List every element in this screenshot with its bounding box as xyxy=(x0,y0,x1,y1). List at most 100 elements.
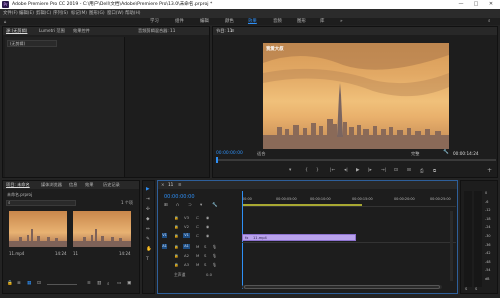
mic-icon[interactable]: 🎙 xyxy=(212,244,217,249)
selection-tool-icon[interactable]: ▶ xyxy=(146,187,150,192)
timeline-clip[interactable]: fx 11.mp4 xyxy=(242,234,356,241)
workspace-tab-audio[interactable]: 音频 xyxy=(273,18,282,25)
workspace-tab-libraries[interactable]: 库 xyxy=(320,18,324,25)
tab-source[interactable]: 源:(无剪辑) xyxy=(6,27,27,35)
icon-view-icon[interactable]: ▦ xyxy=(27,281,31,286)
search-icon[interactable]: ⌕ xyxy=(488,18,490,25)
menu-help[interactable]: 帮助(H) xyxy=(125,9,141,18)
zoom-slider[interactable] xyxy=(47,284,77,285)
pen-tool-icon[interactable]: ✎ xyxy=(146,237,150,242)
home-icon[interactable]: ⌂ xyxy=(4,18,8,24)
menu-file[interactable]: 文件(F) xyxy=(3,9,18,18)
linked-selection-icon[interactable]: ⊃ xyxy=(188,203,192,208)
tab-program[interactable]: 节目: 11 xyxy=(216,27,232,35)
menu-clip[interactable]: 剪辑(C) xyxy=(36,9,51,18)
nest-icon[interactable]: ⊞ xyxy=(164,203,168,208)
lock-icon[interactable]: 🔒 xyxy=(7,281,13,286)
new-item-icon[interactable]: ▣ xyxy=(127,281,131,286)
minimize-button[interactable]: — xyxy=(454,0,468,9)
workspace-tab-effects[interactable]: 效果 xyxy=(248,18,257,25)
menu-marker[interactable]: 标记(M) xyxy=(71,9,87,18)
tab-info[interactable]: 信息 xyxy=(69,181,77,189)
wrench-icon[interactable]: 🔧 xyxy=(443,150,449,155)
sync-lock-icon[interactable]: ⊏ xyxy=(196,224,199,229)
solo-icon[interactable]: S xyxy=(204,262,206,267)
lock-icon[interactable]: 🔒 xyxy=(174,233,179,238)
hand-tool-icon[interactable]: ✋ xyxy=(146,247,152,252)
project-search-input[interactable]: ⌕ xyxy=(6,200,76,206)
go-to-in-icon[interactable]: |← xyxy=(330,168,335,173)
comparison-view-icon[interactable]: ⧉ xyxy=(433,168,436,174)
tab-effect-controls[interactable]: 效果控件 xyxy=(73,27,90,35)
menu-edit[interactable]: 编辑(E) xyxy=(19,9,34,18)
mute-icon[interactable]: M xyxy=(196,253,199,258)
program-timecode[interactable]: 00:00:00:00 xyxy=(216,151,243,156)
lock-icon[interactable]: 🔒 xyxy=(174,262,179,267)
track-select-tool-icon[interactable]: ⇥ xyxy=(146,197,150,202)
program-playhead[interactable] xyxy=(216,157,218,163)
lock-icon[interactable]: 🔒 xyxy=(174,253,179,258)
automate-icon[interactable]: ▥ xyxy=(97,281,101,286)
menu-graphics[interactable]: 图形(G) xyxy=(89,9,105,18)
solo-left-button[interactable]: S xyxy=(465,287,467,291)
ripple-edit-tool-icon[interactable]: ✣ xyxy=(146,207,150,212)
list-view-icon[interactable]: ≣ xyxy=(17,281,21,286)
sync-lock-icon[interactable]: ⊏ xyxy=(196,233,199,238)
sequence-thumbnail[interactable] xyxy=(73,211,131,247)
mark-out2-icon[interactable]: } xyxy=(316,168,319,173)
program-scrubber[interactable] xyxy=(216,159,496,161)
maximize-button[interactable]: □ xyxy=(469,0,483,9)
workspace-overflow-icon[interactable]: » xyxy=(340,18,343,25)
timeline-menu-icon[interactable]: ≡ xyxy=(178,181,182,189)
mark-out-icon[interactable]: { xyxy=(305,168,308,173)
source-patch-a1[interactable]: A1 xyxy=(162,244,167,249)
tab-audio-clip-mixer[interactable]: 音频剪辑混合器: 11 xyxy=(138,27,175,35)
extract-icon[interactable]: ⊟ xyxy=(407,168,411,173)
workspace-tab-assembly[interactable]: 组件 xyxy=(175,18,184,25)
lock-icon[interactable]: 🔒 xyxy=(174,244,179,249)
tab-history[interactable]: 历史记录 xyxy=(103,181,120,189)
step-forward-icon[interactable]: |▸ xyxy=(368,168,372,173)
work-area-bar[interactable] xyxy=(242,204,362,206)
workspace-tab-color[interactable]: 颜色 xyxy=(225,18,234,25)
eye-icon[interactable]: ◉ xyxy=(206,233,209,238)
type-tool-icon[interactable]: T xyxy=(146,257,149,262)
workspace-tab-editing[interactable]: 编辑 xyxy=(200,18,209,25)
resolution-dropdown[interactable]: 完整 xyxy=(411,151,419,157)
workspace-tab-learn[interactable]: 学习 xyxy=(150,18,159,25)
solo-icon[interactable]: S xyxy=(204,244,206,249)
track-target-v1[interactable]: V1 xyxy=(183,233,190,238)
timeline-vertical-scrollbar[interactable] xyxy=(450,211,453,281)
add-button-icon[interactable]: + xyxy=(487,167,492,174)
solo-icon[interactable]: S xyxy=(204,253,206,258)
eye-icon[interactable]: ◉ xyxy=(206,215,209,220)
fit-dropdown[interactable]: 适合 xyxy=(257,151,265,157)
scrollbar-thumb[interactable] xyxy=(244,285,440,289)
tab-sequence[interactable]: 11 xyxy=(168,181,173,189)
tab-effects[interactable]: 效果 xyxy=(85,181,93,189)
master-volume[interactable]: 0.0 xyxy=(206,272,212,277)
workspace-tab-graphics[interactable]: 图形 xyxy=(297,18,306,25)
timeline-horizontal-scrollbar[interactable] xyxy=(242,285,442,289)
tab-media-browser[interactable]: 媒体浏览器 xyxy=(41,181,62,189)
track-target-a1[interactable]: A1 xyxy=(183,244,190,249)
lift-icon[interactable]: ⊡ xyxy=(394,168,398,173)
eye-icon[interactable]: ◉ xyxy=(206,224,209,229)
timeline-close-icon[interactable]: × xyxy=(161,181,165,189)
razor-tool-icon[interactable]: ◆ xyxy=(146,217,150,222)
mark-in-icon[interactable]: ▾ xyxy=(289,168,291,173)
lock-icon[interactable]: 🔒 xyxy=(174,224,179,229)
menu-window[interactable]: 窗口(W) xyxy=(107,9,124,18)
freeform-view-icon[interactable]: ⊡ xyxy=(37,281,41,286)
play-icon[interactable]: ▶ xyxy=(356,168,360,173)
tab-lumetri-scopes[interactable]: Lumetri 范围 xyxy=(39,27,65,35)
mic-icon[interactable]: 🎙 xyxy=(212,253,217,258)
go-to-out-icon[interactable]: →| xyxy=(381,168,386,173)
program-menu-icon[interactable]: ≡ xyxy=(231,27,235,35)
slip-tool-icon[interactable]: ⇔ xyxy=(146,227,150,232)
close-button[interactable]: ✕ xyxy=(484,0,498,9)
snap-icon[interactable]: ∩ xyxy=(176,203,179,208)
mic-icon[interactable]: 🎙 xyxy=(212,262,217,267)
solo-right-button[interactable]: S xyxy=(475,287,477,291)
add-marker-icon[interactable]: ▾ xyxy=(200,203,202,208)
